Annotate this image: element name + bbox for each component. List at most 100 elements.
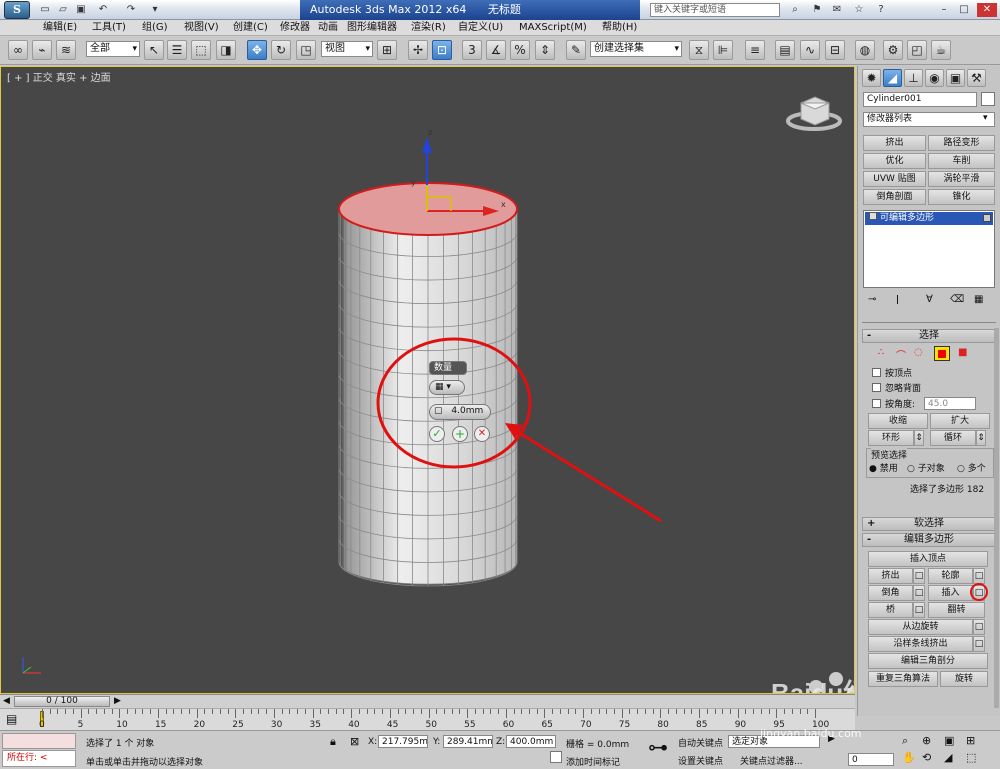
layer-manager-icon[interactable]: ≡ bbox=[745, 40, 765, 60]
new-file-icon[interactable]: ▭ bbox=[38, 3, 52, 17]
object-color-swatch[interactable] bbox=[981, 92, 995, 106]
menu-customize[interactable]: 自定义(U) bbox=[458, 21, 503, 35]
element-mode-icon[interactable]: ■ bbox=[958, 347, 967, 358]
pivot-center-icon[interactable]: ⊞ bbox=[377, 40, 397, 60]
stack-item-editable-poly[interactable]: 可编辑多边形 bbox=[865, 212, 993, 225]
preview-disabled-radio[interactable]: ● 禁用 bbox=[869, 461, 898, 474]
ok-button[interactable]: ✓ bbox=[429, 426, 445, 442]
vertex-mode-icon[interactable]: ∴ bbox=[878, 347, 884, 358]
outline-settings-icon[interactable]: □ bbox=[973, 568, 985, 584]
quick-access-dropdown-icon[interactable]: ▾ bbox=[148, 3, 162, 17]
expand-icon[interactable] bbox=[869, 212, 877, 220]
reference-coordinate-dropdown[interactable]: 视图 bbox=[321, 41, 373, 57]
orbit-icon[interactable]: ⟲ bbox=[922, 751, 931, 764]
mirror-icon[interactable]: ⧖ bbox=[689, 40, 709, 60]
zoom-extents-icon[interactable]: ▣ bbox=[944, 734, 954, 747]
bevel-button[interactable]: 倒角 bbox=[868, 585, 913, 601]
hierarchy-tab-icon[interactable]: ⊥ bbox=[904, 69, 923, 87]
maxscript-mini-listener[interactable]: 所在行: < bbox=[2, 750, 76, 767]
maxscript-listener[interactable] bbox=[2, 733, 76, 749]
binoculars-icon[interactable]: ⌕ bbox=[788, 3, 802, 17]
retriangulate-button[interactable]: 重复三角算法 bbox=[868, 671, 938, 687]
search-input[interactable]: 键入关键字或短语 bbox=[650, 3, 780, 17]
subscription-icon[interactable]: ⚑ bbox=[810, 3, 824, 17]
y-coordinate-field[interactable]: 289.41mm bbox=[443, 735, 493, 748]
pan-icon[interactable]: ✋ bbox=[902, 751, 916, 764]
angle-snap-icon[interactable]: ∡ bbox=[486, 40, 506, 60]
maximize-viewport-icon[interactable]: ⬚ bbox=[966, 751, 976, 764]
menu-animation[interactable]: 动画 bbox=[318, 21, 338, 35]
select-by-name-icon[interactable]: ☰ bbox=[167, 40, 187, 60]
preview-multi-radio[interactable]: ○ 多个 bbox=[957, 461, 986, 474]
soft-selection-rollout-header[interactable]: + 软选择 bbox=[862, 517, 996, 531]
modifier-list-arrow-icon[interactable]: ▾ bbox=[983, 113, 988, 123]
polygon-mode-icon[interactable] bbox=[934, 346, 950, 361]
selection-filter-dropdown[interactable]: 全部 bbox=[86, 41, 140, 57]
rotate-icon[interactable]: ↻ bbox=[271, 40, 291, 60]
pin-stack-icon[interactable]: ⊸ bbox=[868, 294, 876, 305]
preview-subobject-radio[interactable]: ○ 子对象 bbox=[907, 461, 945, 474]
menu-maxscript[interactable]: MAXScript(M) bbox=[519, 21, 587, 35]
window-crossing-icon[interactable]: ◨ bbox=[216, 40, 236, 60]
modifier-button-bevel-profile[interactable]: 倒角剖面 bbox=[863, 189, 926, 205]
rendered-frame-window-icon[interactable]: ◰ bbox=[907, 40, 927, 60]
menu-create[interactable]: 创建(C) bbox=[233, 21, 268, 35]
inset-button[interactable]: 插入 bbox=[928, 585, 973, 601]
percent-snap-icon[interactable]: % bbox=[510, 40, 530, 60]
configure-sets-icon[interactable]: ▦ bbox=[974, 294, 983, 305]
rectangular-selection-icon[interactable]: ⬚ bbox=[191, 40, 211, 60]
hinge-settings-icon[interactable]: □ bbox=[973, 619, 985, 635]
display-tab-icon[interactable]: ▣ bbox=[946, 69, 965, 87]
menu-edit[interactable]: 编辑(E) bbox=[43, 21, 77, 35]
modifier-button-turbosmooth[interactable]: 涡轮平滑 bbox=[928, 171, 995, 187]
auto-key-label[interactable]: 自动关键点 bbox=[678, 736, 723, 749]
ring-button[interactable]: 环形 bbox=[868, 430, 914, 446]
zoom-all-icon[interactable]: ⊕ bbox=[922, 734, 931, 747]
flip-button[interactable]: 翻转 bbox=[928, 602, 985, 618]
extrude-along-spline-button[interactable]: 沿样条线挤出 bbox=[868, 636, 973, 652]
z-coordinate-field[interactable]: 400.0mm bbox=[506, 735, 556, 748]
modify-tab-icon[interactable]: ◢ bbox=[883, 69, 902, 87]
current-frame-field[interactable]: 0 bbox=[848, 753, 894, 766]
edit-triangulation-button[interactable]: 编辑三角剖分 bbox=[868, 653, 988, 669]
time-slider-right-arrow-icon[interactable]: ▶ bbox=[114, 696, 121, 706]
loop-spinner-icon[interactable]: ⇕ bbox=[976, 430, 986, 446]
open-file-icon[interactable]: ▱ bbox=[56, 3, 70, 17]
absolute-mode-icon[interactable]: ⊠ bbox=[350, 735, 359, 748]
select-manipulate-icon[interactable]: ✢ bbox=[408, 40, 428, 60]
border-mode-icon[interactable]: ◌ bbox=[914, 347, 923, 358]
insert-vertex-button[interactable]: 插入顶点 bbox=[868, 551, 988, 567]
move-icon[interactable]: ✥ bbox=[247, 40, 267, 60]
time-tag-icon[interactable] bbox=[550, 751, 562, 763]
modifier-stack[interactable]: 可编辑多边形 bbox=[863, 210, 995, 288]
extrude-spline-settings-icon[interactable]: □ bbox=[973, 636, 985, 652]
x-coordinate-field[interactable]: 217.795mr bbox=[378, 735, 428, 748]
bind-space-warp-icon[interactable]: ≋ bbox=[56, 40, 76, 60]
time-slider[interactable]: ◀ 0 / 100 ▶ bbox=[0, 694, 855, 708]
extrude-settings-icon[interactable]: □ bbox=[913, 568, 925, 584]
select-object-icon[interactable]: ↖ bbox=[144, 40, 164, 60]
scale-icon[interactable]: ◳ bbox=[296, 40, 316, 60]
object-name-field[interactable]: Cylinder001 bbox=[863, 92, 977, 107]
light-bulb-icon[interactable] bbox=[983, 214, 991, 222]
favorites-icon[interactable]: ☆ bbox=[852, 3, 866, 17]
material-editor-icon[interactable]: ◍ bbox=[855, 40, 875, 60]
loop-button[interactable]: 循环 bbox=[930, 430, 976, 446]
bridge-settings-icon[interactable]: □ bbox=[913, 602, 925, 618]
modifier-button-path-deform[interactable]: 路径变形 bbox=[928, 135, 995, 151]
modifier-list-dropdown[interactable]: 修改器列表 bbox=[863, 112, 995, 127]
utilities-tab-icon[interactable]: ⚒ bbox=[967, 69, 986, 87]
turn-button[interactable]: 旋转 bbox=[940, 671, 988, 687]
app-logo-icon[interactable]: S bbox=[4, 1, 30, 19]
render-setup-icon[interactable]: ⚙ bbox=[883, 40, 903, 60]
set-key-icon[interactable]: ⊶ bbox=[648, 737, 668, 757]
undo-icon[interactable]: ↶ bbox=[96, 3, 110, 17]
time-slider-thumb[interactable]: 0 / 100 bbox=[14, 696, 110, 707]
menu-modifiers[interactable]: 修改器 bbox=[280, 21, 310, 35]
curve-editor-icon[interactable]: ∿ bbox=[800, 40, 820, 60]
grow-button[interactable]: 扩大 bbox=[930, 413, 990, 429]
modifier-button-uvw-map[interactable]: UVW 贴图 bbox=[863, 171, 926, 187]
ring-spinner-icon[interactable]: ⇕ bbox=[914, 430, 924, 446]
remove-modifier-icon[interactable]: ⌫ bbox=[950, 294, 964, 305]
panel-scrollbar[interactable] bbox=[994, 328, 999, 708]
